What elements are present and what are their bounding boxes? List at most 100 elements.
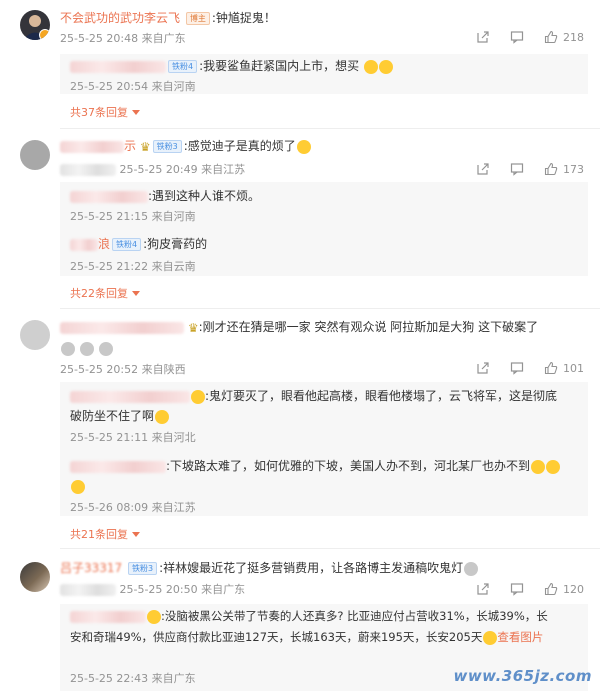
reply-author-name[interactable]: [70, 238, 98, 251]
like-count: 173: [563, 162, 584, 176]
emoji-icon: [98, 341, 113, 356]
comment-item: 示 ♛ 铁粉3:感觉迪子是真的烦了 25-5-25 20:49 来自江苏 173 …: [0, 130, 600, 310]
comment-header: 不会武功的武功李云飞 博主:钟馗捉鬼！: [60, 10, 276, 26]
watermark: www.365jz.com: [453, 667, 592, 685]
arrow-down-icon: [131, 291, 140, 296]
reply-meta: 25-5-25 21:15 来自河南: [70, 210, 196, 223]
comment-icon: [510, 362, 524, 375]
divider: [60, 548, 600, 549]
reply-item: :遇到这种人谁不烦。: [70, 186, 584, 206]
emoji-icon: [464, 561, 479, 576]
laugh-emoji-icon: [378, 59, 393, 74]
fan-badge: 铁粉4: [112, 238, 142, 251]
reply-author-name[interactable]: [70, 60, 166, 73]
comment-actions: 173: [476, 162, 584, 176]
fan-badge: 铁粉3: [152, 140, 182, 153]
more-replies-link[interactable]: 共37条回复: [70, 106, 140, 120]
reply-meta: 25-5-25 21:22 来自云南: [70, 260, 196, 273]
share-icon: [477, 31, 489, 43]
reply-item: 浪铁粉4:狗皮膏药的: [70, 234, 584, 254]
comment-button[interactable]: [510, 162, 524, 176]
comment-text: :钟馗捉鬼！: [211, 11, 276, 25]
reply-author-name[interactable]: [70, 460, 166, 473]
comment-button[interactable]: [510, 582, 524, 596]
crown-icon: ♛: [187, 320, 199, 335]
comment-text: :祥林嫂最近花了挺多营销费用，让各路博主发通稿吹鬼灯: [159, 561, 464, 575]
avatar[interactable]: [20, 10, 50, 40]
comment-icon: [510, 583, 524, 596]
reply-meta: 25-5-25 20:54 来自河南: [70, 80, 196, 93]
fan-badge: 铁粉4: [168, 60, 198, 73]
reply-item: :下坡路太难了，如何优雅的下坡，美国人办不到，河北某厂也办不到: [70, 456, 584, 496]
comment-header: 吕子33317 铁粉3:祥林嫂最近花了挺多营销费用，让各路博主发通稿吹鬼灯: [60, 560, 479, 576]
comment-button[interactable]: [510, 30, 524, 44]
emoji-icon: [61, 341, 75, 356]
comment-meta: 25-5-25 20:52 来自陕西: [60, 363, 186, 376]
author-name[interactable]: [60, 140, 124, 153]
reply-meta: 25-5-25 21:11 来自河北: [70, 431, 196, 444]
like-button[interactable]: 173: [544, 162, 584, 176]
author-badge: 博主: [185, 12, 210, 25]
reply-text: :鬼灯要灭了，眼看他起高楼，眼看他楼塌了，云飞将军，这是彻底: [205, 389, 558, 403]
more-replies-link[interactable]: 共22条回复: [70, 287, 140, 301]
avatar[interactable]: [20, 140, 50, 170]
like-count: 120: [563, 582, 584, 596]
fan-badge: 铁粉3: [128, 562, 158, 575]
comment-actions: 101: [476, 361, 584, 375]
reply-text-cont: 安和奇瑞49%，供应商付款比亚迪127天，长城163天，蔚来195天，长安205…: [70, 630, 483, 644]
comment-icon: [510, 31, 524, 44]
share-button[interactable]: [476, 30, 490, 44]
arrow-down-icon: [131, 110, 140, 115]
like-icon: [544, 361, 558, 375]
reply-text: :遇到这种人谁不烦。: [148, 189, 261, 203]
comment-text: :感觉迪子是真的烦了: [183, 139, 296, 153]
reply-item: 铁粉4:我要鲨鱼赶紧国内上市，想买: [70, 56, 584, 76]
like-icon: [544, 30, 558, 44]
more-replies-label: 共21条回复: [70, 528, 128, 541]
author-name[interactable]: 不会武功的武功李云飞: [60, 11, 180, 25]
share-button[interactable]: [476, 361, 490, 375]
like-button[interactable]: 120: [544, 582, 584, 596]
view-image-link[interactable]: 查看图片: [497, 630, 543, 644]
reply-text-cont: 破防坐不住了啊: [70, 409, 155, 423]
share-button[interactable]: [476, 162, 490, 176]
author-name[interactable]: [60, 321, 184, 334]
author-placeholder: [60, 164, 116, 176]
like-count: 101: [563, 361, 584, 375]
like-icon: [544, 582, 558, 596]
emoji-icon: [71, 479, 85, 494]
like-button[interactable]: 218: [544, 30, 584, 44]
like-count: 218: [563, 30, 584, 44]
comment-text: :刚才还在猜是哪一家 突然有观众说 阿拉斯加是大狗 这下破案了: [198, 320, 539, 334]
share-icon: [477, 362, 489, 374]
comment-button[interactable]: [510, 361, 524, 375]
more-replies-link[interactable]: 共21条回复: [70, 528, 140, 542]
emoji-icon: [531, 459, 546, 474]
reply-author-tail: 浪: [98, 237, 111, 251]
reply-author-name[interactable]: [70, 610, 146, 623]
reply-text: :我要鲨鱼赶紧国内上市，想买: [199, 59, 360, 73]
avatar[interactable]: [20, 562, 50, 592]
author-name-tail: 示: [124, 139, 137, 153]
reply-text: :下坡路太难了，如何优雅的下坡，美国人办不到，河北某厂也办不到: [166, 459, 531, 473]
share-icon: [477, 163, 489, 175]
avatar[interactable]: [20, 320, 50, 350]
reply-author-name[interactable]: [70, 390, 190, 403]
like-icon: [544, 162, 558, 176]
like-button[interactable]: 101: [544, 361, 584, 375]
reply-text: :没脑被黑公关带了节奏的人还真多? 比亚迪应付占营收31%，长城39%，长: [161, 609, 548, 623]
emoji-icon: [147, 609, 161, 624]
comment-actions: 218: [476, 30, 584, 44]
reply-author-name[interactable]: [70, 190, 148, 203]
share-button[interactable]: [476, 582, 490, 596]
comment-item: ♛:刚才还在猜是哪一家 突然有观众说 阿拉斯加是大狗 这下破案了 25-5-25…: [0, 310, 600, 550]
verified-icon: [39, 29, 50, 40]
emoji-icon: [296, 139, 311, 154]
laugh-emoji-icon: [363, 59, 378, 74]
reply-item: :没脑被黑公关带了节奏的人还真多? 比亚迪应付占营收31%，长城39%，长 安和…: [70, 606, 584, 648]
divider: [60, 128, 600, 129]
emoji-icon: [191, 389, 205, 404]
author-name[interactable]: 吕子33317: [60, 561, 122, 575]
comment-meta: 25-5-25 20:48 来自广东: [60, 32, 186, 45]
arrow-down-icon: [131, 532, 140, 537]
